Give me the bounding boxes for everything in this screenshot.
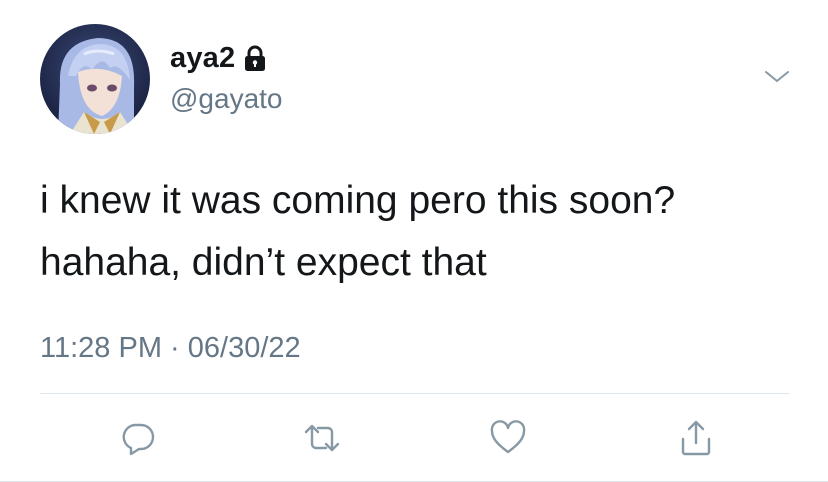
tweet-date: 06/30/22 (187, 332, 301, 364)
divider (40, 393, 790, 394)
tweet-time: 11:28 PM (40, 332, 162, 364)
retweet-icon (304, 424, 340, 452)
retweet-button[interactable] (302, 418, 342, 458)
display-name-row[interactable]: aya2 (170, 42, 267, 75)
reply-bubble-icon (122, 423, 155, 456)
tweet-card: aya2 @gayato i knew it was coming pero t… (0, 0, 828, 482)
tweet-text: i knew it was coming pero this soon? hah… (40, 170, 800, 294)
share-button[interactable] (676, 418, 716, 458)
lock-icon (243, 45, 267, 73)
display-name[interactable]: aya2 (170, 42, 235, 75)
like-button[interactable] (488, 418, 528, 458)
user-handle[interactable]: @gayato (170, 83, 283, 115)
tweet-text-line: hahaha, didn’t expect that (40, 241, 487, 284)
share-icon (681, 420, 711, 456)
reply-button[interactable] (118, 418, 158, 458)
heart-icon (490, 420, 526, 454)
tweet-text-line: i knew it was coming pero this soon? (40, 179, 676, 222)
avatar[interactable] (40, 24, 150, 134)
chevron-down-icon[interactable] (762, 66, 792, 86)
tweet-timestamp[interactable]: 11:28 PM · 06/30/22 (40, 332, 301, 365)
meta-separator: · (161, 332, 188, 364)
